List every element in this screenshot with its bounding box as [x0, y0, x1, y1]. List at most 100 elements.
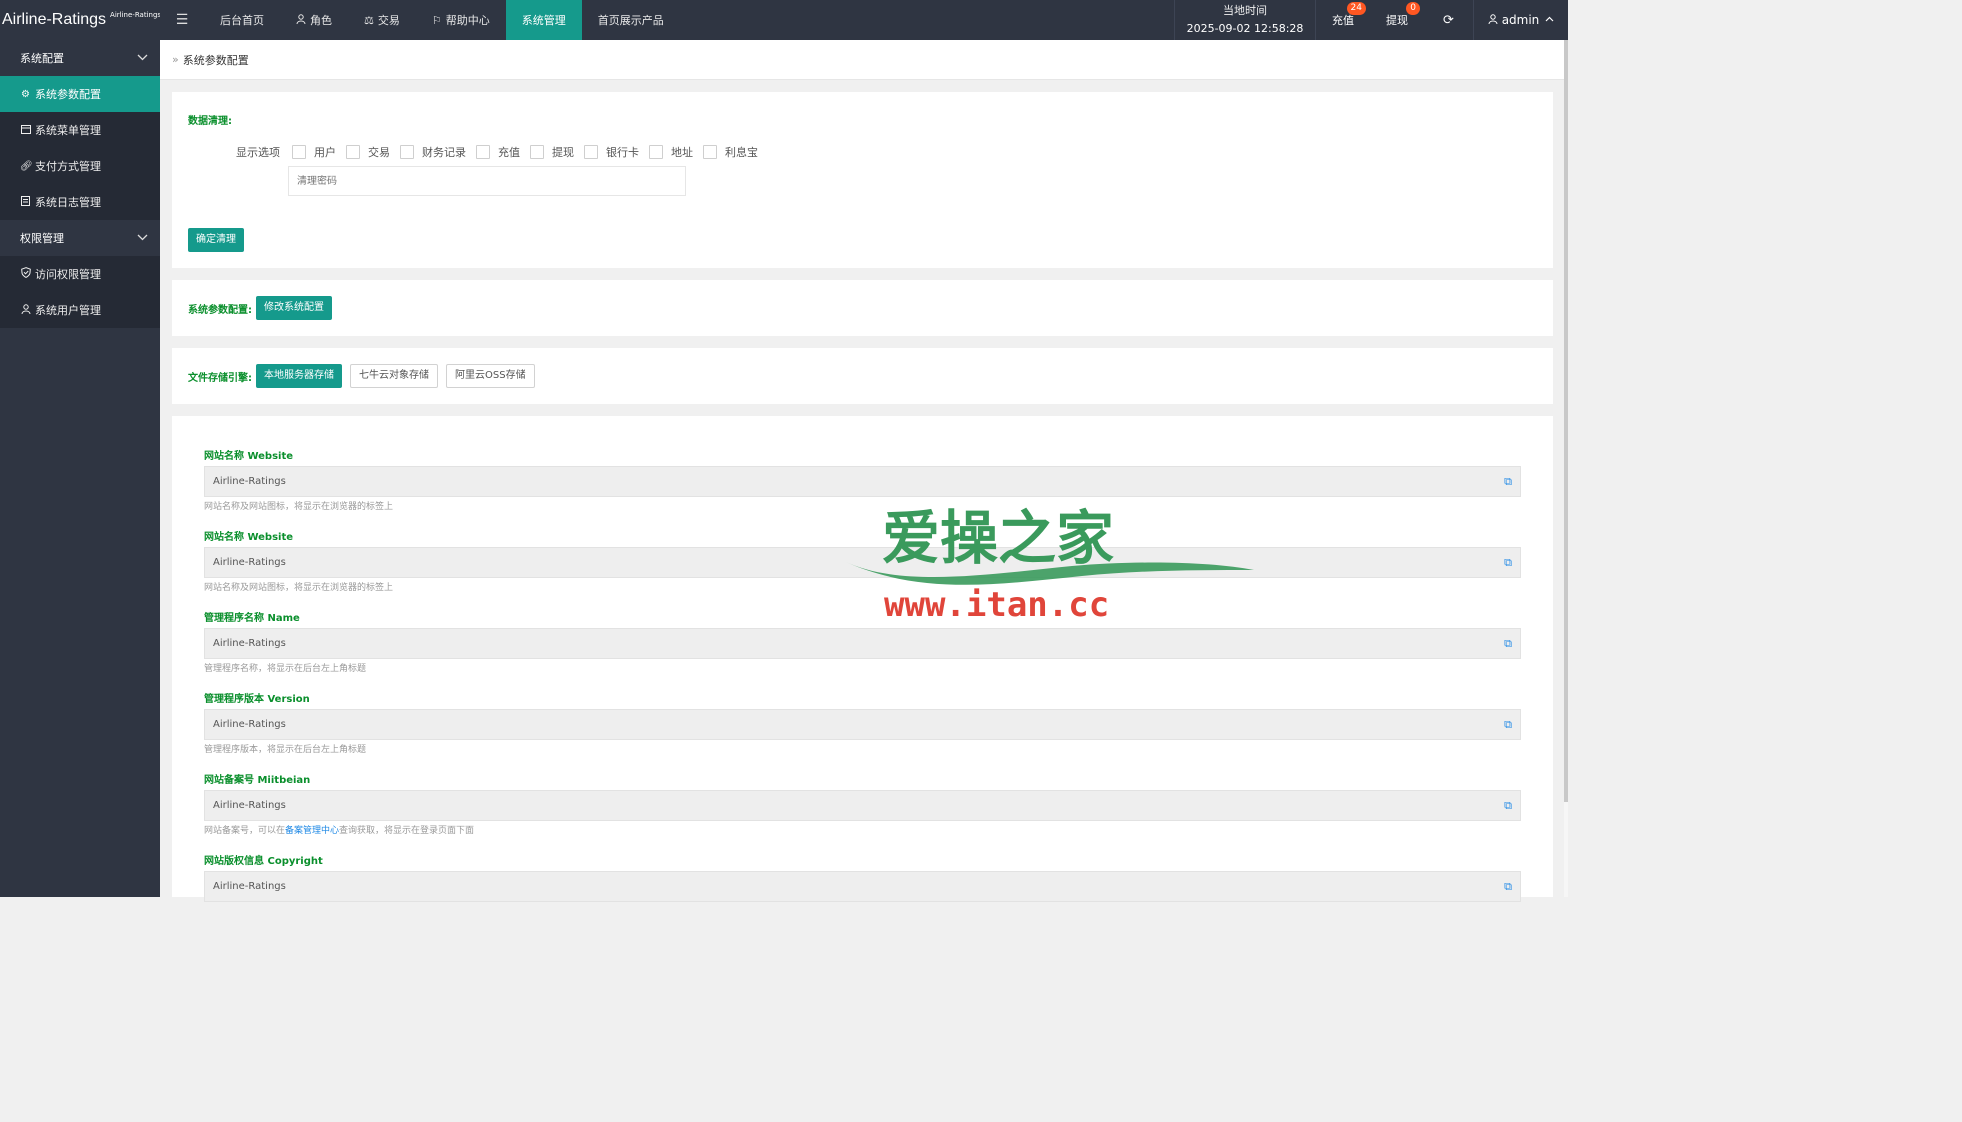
field-hint: 网站名称及网站图标，将显示在浏览器的标签上: [204, 502, 394, 512]
copy-icon[interactable]: ⧉: [1504, 880, 1512, 894]
checkbox-label: 银行卡: [606, 146, 639, 159]
sidebar-item-user-manage[interactable]: 系统用户管理: [0, 292, 160, 328]
beian-center-link[interactable]: 备案管理中心: [285, 826, 339, 836]
checkbox-box[interactable]: [530, 145, 544, 159]
checkbox-label: 提现: [552, 146, 574, 159]
checkbox-recharge[interactable]: 充值: [476, 144, 520, 160]
field-label: 网站备案号 Miitbeian: [204, 775, 311, 786]
storage-local-button[interactable]: 本地服务器存储: [256, 364, 342, 388]
app-name-input[interactable]: Airline-Ratings ⧉: [204, 628, 1521, 659]
clean-options: 显示选项 用户 交易 财务记录 充值 提现 银行卡 地址 利息宝: [236, 144, 768, 160]
local-time: 当地时间 2025-09-02 12:58:28: [1174, 0, 1316, 40]
sidebar-item-label: 系统日志管理: [35, 196, 101, 209]
breadcrumb-current[interactable]: 系统参数配置: [183, 52, 249, 68]
nav-item-home[interactable]: 后台首页: [204, 0, 280, 40]
website-name-input[interactable]: Airline-Ratings ⧉: [204, 466, 1521, 497]
withdraw-badge: 0: [1406, 2, 1420, 15]
checkbox-label: 充值: [498, 146, 520, 159]
nav-item-system[interactable]: 系统管理: [505, 0, 582, 40]
refresh-icon[interactable]: ⟳: [1424, 0, 1474, 40]
nav-item-role[interactable]: 角色: [280, 0, 348, 40]
edit-config-button[interactable]: 修改系统配置: [256, 296, 332, 320]
checkbox-box[interactable]: [584, 145, 598, 159]
link-icon: 🔗︎: [20, 160, 33, 172]
recharge-button[interactable]: 充值 24: [1316, 0, 1370, 40]
checkbox-user[interactable]: 用户: [292, 144, 336, 160]
nav-item-help[interactable]: ⚐ 帮助中心: [416, 0, 506, 40]
brand[interactable]: Airline-Ratings Airline-Ratings: [0, 0, 160, 40]
shield-check-icon: [20, 267, 31, 281]
field-label: 网站名称 Website: [204, 451, 294, 462]
sidebar-item-log-manage[interactable]: 系统日志管理: [0, 184, 160, 220]
checkbox-finance[interactable]: 财务记录: [400, 144, 466, 160]
confirm-clean-button[interactable]: 确定清理: [188, 228, 244, 252]
website-name-input[interactable]: Airline-Ratings ⧉: [204, 547, 1521, 578]
storage-aliyun-button[interactable]: 阿里云OSS存储: [446, 364, 535, 388]
copyright-input[interactable]: Airline-Ratings ⧉: [204, 871, 1521, 902]
brand-name: Airline-Ratings: [2, 11, 107, 28]
chevron-down-icon: [137, 53, 148, 64]
nav-item-trade[interactable]: ⚖ 交易: [348, 0, 416, 40]
menu-toggle-icon[interactable]: ☰: [160, 0, 204, 40]
nav-item-label: 交易: [377, 14, 400, 27]
storage-engine-panel: 文件存储引擎: 本地服务器存储 七牛云对象存储 阿里云OSS存储: [172, 348, 1553, 404]
nav-item-label: 系统管理: [521, 14, 566, 27]
brand-subtitle: Airline-Ratings: [110, 11, 160, 19]
copy-icon[interactable]: ⧉: [1504, 475, 1512, 489]
site-settings-form: 网站名称 Website Airline-Ratings ⧉ 网站名称及网站图标…: [172, 416, 1553, 902]
copy-icon[interactable]: ⧉: [1504, 799, 1512, 813]
sidebar-item-menu-manage[interactable]: 系统菜单管理: [0, 112, 160, 148]
field-value: Airline-Ratings: [213, 881, 286, 892]
gear-icon: ⚙: [21, 88, 30, 100]
sidebar-group-permission[interactable]: 权限管理: [0, 220, 160, 256]
clean-password-input[interactable]: [288, 166, 686, 196]
checkbox-withdraw[interactable]: 提现: [530, 144, 574, 160]
field-hint: 管理程序版本，将显示在后台左上角标题: [204, 745, 367, 755]
checkbox-trade[interactable]: 交易: [346, 144, 390, 160]
clean-options-label: 显示选项: [236, 146, 280, 159]
top-nav: 后台首页 角色 ⚖ 交易 ⚐ 帮助中心 系统管理 首页展示产品: [204, 0, 680, 40]
checkbox-box[interactable]: [400, 145, 414, 159]
document-icon: [20, 195, 31, 209]
checkbox-box[interactable]: [292, 145, 306, 159]
miitbeian-input[interactable]: Airline-Ratings ⧉: [204, 790, 1521, 821]
checkbox-interest[interactable]: 利息宝: [703, 144, 758, 160]
topbar-right: 当地时间 2025-09-02 12:58:28 充值 24 提现 0 ⟳ ad…: [1174, 0, 1568, 40]
checkbox-address[interactable]: 地址: [649, 144, 693, 160]
sidebar-item-label: 支付方式管理: [35, 160, 101, 173]
sidebar-item-access-manage[interactable]: 访问权限管理: [0, 256, 160, 292]
sidebar-item-system-params[interactable]: ⚙ 系统参数配置: [0, 76, 160, 112]
field-label: 网站名称 Website: [204, 532, 294, 543]
checkbox-box[interactable]: [346, 145, 360, 159]
withdraw-button[interactable]: 提现 0: [1370, 0, 1424, 40]
checkbox-box[interactable]: [476, 145, 490, 159]
nav-item-label: 后台首页: [220, 14, 264, 27]
checkbox-label: 地址: [671, 146, 693, 159]
checkbox-box[interactable]: [649, 145, 663, 159]
storage-engine-title: 文件存储引擎:: [188, 372, 252, 384]
scale-icon: ⚖: [364, 13, 374, 27]
field-label: 管理程序版本 Version: [204, 694, 310, 705]
app-version-input[interactable]: Airline-Ratings ⧉: [204, 709, 1521, 740]
nav-item-products[interactable]: 首页展示产品: [582, 0, 680, 40]
checkbox-box[interactable]: [703, 145, 717, 159]
copy-icon[interactable]: ⧉: [1504, 556, 1512, 570]
user-name: admin: [1501, 13, 1540, 27]
field-label: 管理程序名称 Name: [204, 613, 300, 624]
user-menu[interactable]: admin: [1474, 0, 1568, 40]
user-icon: [1488, 13, 1498, 27]
storage-qiniu-button[interactable]: 七牛云对象存储: [350, 364, 438, 388]
sidebar-group-system-config[interactable]: 系统配置: [0, 40, 160, 76]
sidebar-item-payment-manage[interactable]: 🔗︎ 支付方式管理: [0, 148, 160, 184]
field-copyright: 网站版权信息 Copyright Airline-Ratings ⧉: [204, 855, 1521, 936]
field-hint: 网站名称及网站图标，将显示在浏览器的标签上: [204, 583, 394, 593]
field-value: Airline-Ratings: [213, 638, 286, 649]
field-label: 网站版权信息 Copyright: [204, 856, 323, 867]
sidebar-item-label: 系统用户管理: [35, 304, 101, 317]
copy-icon[interactable]: ⧉: [1504, 718, 1512, 732]
double-chevron-right-icon: »: [172, 53, 179, 66]
checkbox-bankcard[interactable]: 银行卡: [584, 144, 639, 160]
page-scrollbar-thumb[interactable]: [1564, 40, 1568, 802]
field-website-name: 网站名称 Website Airline-Ratings ⧉ 网站名称及网站图标…: [204, 450, 1521, 531]
copy-icon[interactable]: ⧉: [1504, 637, 1512, 651]
